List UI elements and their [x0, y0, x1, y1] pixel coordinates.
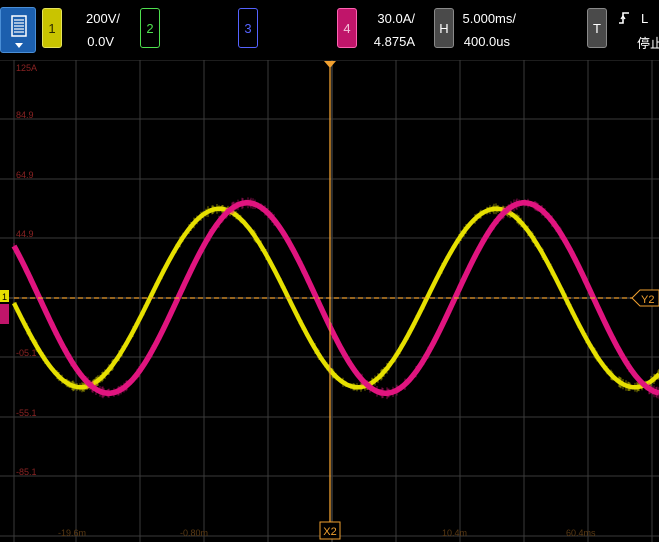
ground-markers: 1 [0, 290, 9, 324]
waveform-display: 125A 84.9 64.9 44.9 -05.1 -55.1 -85.1 -1… [0, 60, 659, 542]
timebase-value: 5.000ms/ [462, 11, 516, 26]
y-label-7: -85.1 [16, 467, 37, 477]
channel-1-offset: 0.0V [87, 34, 114, 49]
y-label-3: 64.9 [16, 170, 34, 180]
rising-edge-icon [619, 12, 629, 24]
menu-button[interactable] [0, 7, 36, 53]
channel-1-scale: 200V/ [86, 11, 120, 26]
trigger-button[interactable]: T [587, 8, 607, 48]
channel-2-button[interactable]: 2 [140, 8, 160, 48]
y-label-5: -05.1 [16, 348, 37, 358]
cursor-x2-label: X2 [323, 526, 336, 538]
channel-3-button[interactable]: 3 [238, 8, 258, 48]
run-status: 停止 [637, 36, 659, 51]
cursor-x2[interactable]: X2 [319, 61, 341, 540]
x-label-3: 10.4m [442, 528, 467, 538]
horizontal-button[interactable]: H [434, 8, 454, 48]
y-label-2: 84.9 [16, 110, 34, 120]
channel-1-button[interactable]: 1 [42, 8, 62, 48]
menu-icon [11, 15, 27, 48]
delay-value: 400.0us [463, 34, 510, 49]
trigger-level-partial: L [641, 11, 649, 26]
y-label-6: -55.1 [16, 408, 37, 418]
ground-marker-label: 1 [2, 292, 7, 302]
channel-4-offset: 4.875A [373, 34, 415, 49]
channel-4-button[interactable]: 4 [337, 8, 357, 48]
toolbar: 1 200V/ 0.0V 2 3 4 30.0A/ 4.875A H 5.000… [0, 0, 659, 60]
y-label-1: 125A [16, 63, 37, 73]
channel-4-scale: 30.0A/ [377, 11, 415, 26]
x-label-1: -19.6m [58, 528, 86, 538]
cursor-y2-label: Y2 [641, 294, 654, 306]
y-label-4: 44.9 [16, 229, 34, 239]
x-label-2: -0.80m [180, 528, 208, 538]
x-label-4: 60.4ms [566, 528, 596, 538]
